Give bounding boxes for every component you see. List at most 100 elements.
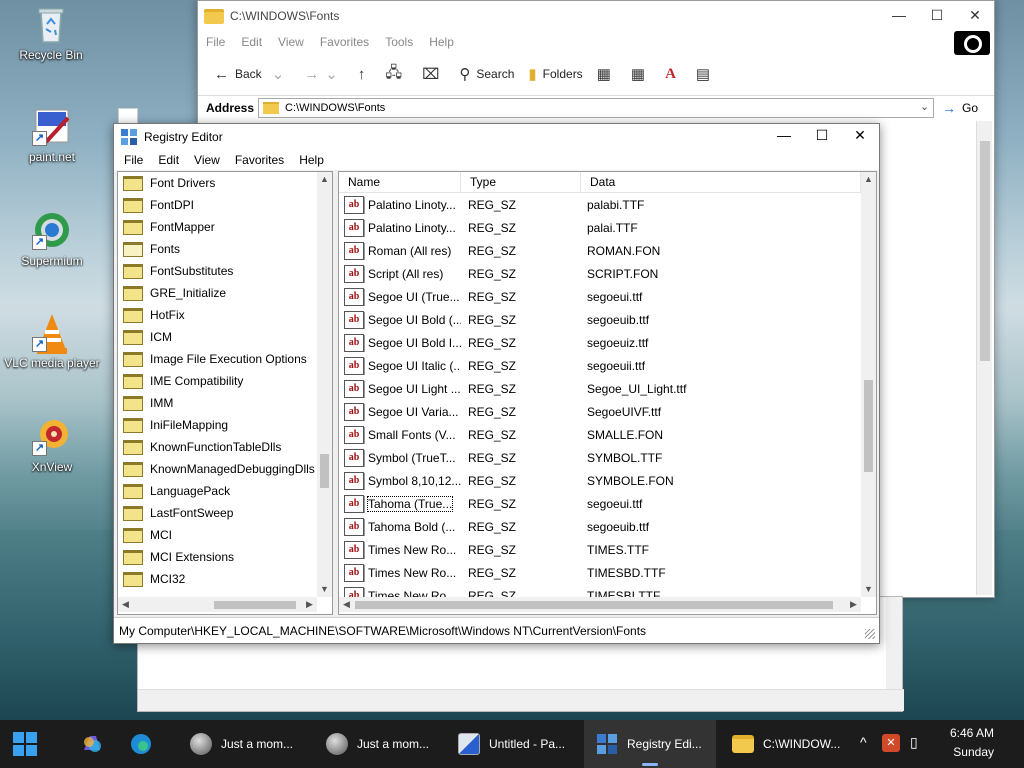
address-input[interactable]: C:\WINDOWS\Fonts ⌄ <box>258 97 935 118</box>
desktop-icon-supermium[interactable]: ↗ Supermium <box>4 210 100 268</box>
background-window-scrollbar[interactable] <box>886 597 902 689</box>
table-row[interactable]: ab Segoe UI Light ... REG_SZ Segoe_UI_Light… <box>339 377 861 400</box>
tree-item[interactable]: LanguagePack <box>118 480 318 502</box>
table-row[interactable]: ab Symbol 8,10,12... REG_SZ SYMBOLE.FON <box>339 469 861 492</box>
tree-item[interactable]: KnownManagedDebuggingDlls <box>118 458 318 480</box>
tree-hscrollbar[interactable]: ◀ ▶ <box>118 597 317 612</box>
desktop-icon-vlc[interactable]: ↗ VLC media player <box>4 312 100 370</box>
minimize-button[interactable]: — <box>880 1 918 29</box>
font-sample-button[interactable]: A <box>665 66 682 83</box>
maximize-button[interactable]: ☐ <box>918 1 956 29</box>
scroll-down-icon[interactable]: ▼ <box>317 582 332 597</box>
menu-help[interactable]: Help <box>429 35 454 49</box>
list-vscrollbar[interactable]: ▲ ▼ <box>861 172 876 597</box>
list-hscrollbar[interactable]: ◀ ▶ <box>339 597 861 612</box>
view-small-icons-button[interactable]: ▦ <box>631 65 651 83</box>
desktop-icon-paintnet[interactable]: ↗ paint.net <box>4 106 100 164</box>
explorer-titlebar[interactable]: C:\WINDOWS\Fonts — ☐ ✕ <box>198 1 994 31</box>
column-type[interactable]: Type <box>461 172 581 193</box>
maximize-button[interactable]: ☐ <box>803 124 841 146</box>
resize-grip-icon[interactable] <box>865 629 875 639</box>
tree-item[interactable]: HotFix <box>118 304 318 326</box>
usb-icon[interactable]: ▯ <box>910 734 918 751</box>
menu-file[interactable]: File <box>206 35 225 49</box>
tree-item[interactable]: Font Drivers <box>118 172 318 194</box>
tree-item[interactable]: GRE_Initialize <box>118 282 318 304</box>
table-row[interactable]: ab Roman (All res) REG_SZ ROMAN.FON <box>339 239 861 262</box>
search-button[interactable]: ⚲ Search <box>459 65 514 83</box>
table-row[interactable]: ab Segoe UI Varia... REG_SZ SegoeUIVF.ttf <box>339 400 861 423</box>
table-row[interactable]: ab Small Fonts (V... REG_SZ SMALLE.FON <box>339 423 861 446</box>
desktop-icon-xnview[interactable]: ↗ XnView <box>4 416 100 474</box>
tree-item[interactable]: MCI Extensions <box>118 546 318 568</box>
table-row[interactable]: ab Times New Ro... REG_SZ TIMESBD.TTF <box>339 561 861 584</box>
table-row[interactable]: ab Palatino Linoty... REG_SZ palai.TTF <box>339 216 861 239</box>
table-row[interactable]: ab Segoe UI Bold I... REG_SZ segoeuiz.ttf <box>339 331 861 354</box>
back-button[interactable]: ← Back ⌄ <box>214 65 290 84</box>
tree-item[interactable]: Fonts <box>118 238 318 260</box>
explorer-scrollbar[interactable] <box>976 121 992 595</box>
go-button[interactable]: → Go <box>942 100 978 116</box>
tree-item[interactable]: MCI32 <box>118 568 318 590</box>
details-view-button[interactable]: ▤ <box>696 65 716 83</box>
menu-tools[interactable]: Tools <box>385 35 413 49</box>
edge-button[interactable] <box>130 720 152 768</box>
column-name[interactable]: Name <box>339 172 461 193</box>
scroll-thumb[interactable] <box>980 141 990 361</box>
scroll-thumb[interactable] <box>214 601 296 609</box>
clock[interactable]: 6:46 AM Sunday <box>950 724 994 762</box>
menu-help[interactable]: Help <box>299 153 324 167</box>
tree-vscrollbar[interactable]: ▲ ▼ <box>317 172 332 597</box>
up-button[interactable]: ↑ <box>358 66 372 83</box>
regedit-titlebar[interactable]: Registry Editor — ☐ ✕ <box>114 124 879 150</box>
menu-edit[interactable]: Edit <box>158 153 179 167</box>
table-row[interactable]: ab Script (All res) REG_SZ SCRIPT.FON <box>339 262 861 285</box>
registry-values-list[interactable]: Name Type Data ab Palatino Linoty... REG_S… <box>338 171 877 615</box>
scroll-right-icon[interactable]: ▶ <box>302 597 317 612</box>
table-row[interactable]: ab Times New Ro... REG_SZ TIMES.TTF <box>339 538 861 561</box>
chevron-up-icon[interactable]: ^ <box>860 734 867 750</box>
tree-item[interactable]: FontSubstitutes <box>118 260 318 282</box>
map-drive-button[interactable]: 🖧 <box>385 62 408 87</box>
column-data[interactable]: Data <box>581 172 861 193</box>
forward-button[interactable]: → ⌄ <box>304 65 344 84</box>
menu-view[interactable]: View <box>278 35 304 49</box>
chevron-down-icon[interactable]: ⌄ <box>920 100 929 113</box>
menu-file[interactable]: File <box>124 153 143 167</box>
close-button[interactable]: ✕ <box>956 1 994 29</box>
table-row[interactable]: ab Symbol (TrueT... REG_SZ SYMBOL.TTF <box>339 446 861 469</box>
tree-item[interactable]: ICM <box>118 326 318 348</box>
table-row[interactable]: ab Segoe UI (True... REG_SZ segoeui.ttf <box>339 285 861 308</box>
taskbar-item-active[interactable]: Registry Edi... <box>584 720 716 768</box>
tree-item[interactable]: IME Compatibility <box>118 370 318 392</box>
taskbar-item[interactable]: Untitled - Pa... <box>450 720 578 768</box>
scroll-thumb[interactable] <box>864 380 873 472</box>
table-row[interactable]: ab Segoe UI Bold (... REG_SZ segoeuib.ttf <box>339 308 861 331</box>
minimize-button[interactable]: — <box>765 124 803 146</box>
tree-item[interactable]: IniFileMapping <box>118 414 318 436</box>
table-row[interactable]: ab Tahoma (True... REG_SZ segoeui.ttf <box>339 492 861 515</box>
background-window-hscrollbar[interactable] <box>138 689 904 711</box>
taskbar-item[interactable]: Just a mom... <box>180 720 308 768</box>
tree-item[interactable]: KnownFunctionTableDlls <box>118 436 318 458</box>
disconnect-drive-button[interactable]: ⌧ <box>422 65 445 83</box>
scroll-thumb[interactable] <box>355 601 833 609</box>
taskbar-item[interactable]: C:\WINDOW... <box>722 720 850 768</box>
table-row[interactable]: ab Segoe UI Italic (... REG_SZ segoeuii.ttf <box>339 354 861 377</box>
scroll-left-icon[interactable]: ◀ <box>339 597 354 612</box>
tree-item[interactable]: FontDPI <box>118 194 318 216</box>
scroll-thumb[interactable] <box>320 454 329 488</box>
scroll-left-icon[interactable]: ◀ <box>118 597 133 612</box>
menu-view[interactable]: View <box>194 153 220 167</box>
table-row[interactable]: ab Tahoma Bold (... REG_SZ segoeuib.ttf <box>339 515 861 538</box>
menu-edit[interactable]: Edit <box>241 35 262 49</box>
copilot-button[interactable] <box>80 720 104 768</box>
start-button[interactable] <box>12 720 38 768</box>
view-large-icons-button[interactable]: ▦ <box>597 65 617 83</box>
registry-editor-window[interactable]: Registry Editor — ☐ ✕ File Edit View Fav… <box>113 123 880 644</box>
tree-item[interactable]: LastFontSweep <box>118 502 318 524</box>
tree-item[interactable]: IMM <box>118 392 318 414</box>
tree-item[interactable]: Image File Execution Options <box>118 348 318 370</box>
tree-item[interactable]: FontMapper <box>118 216 318 238</box>
table-row[interactable]: ab Palatino Linoty... REG_SZ palabi.TTF <box>339 193 861 216</box>
